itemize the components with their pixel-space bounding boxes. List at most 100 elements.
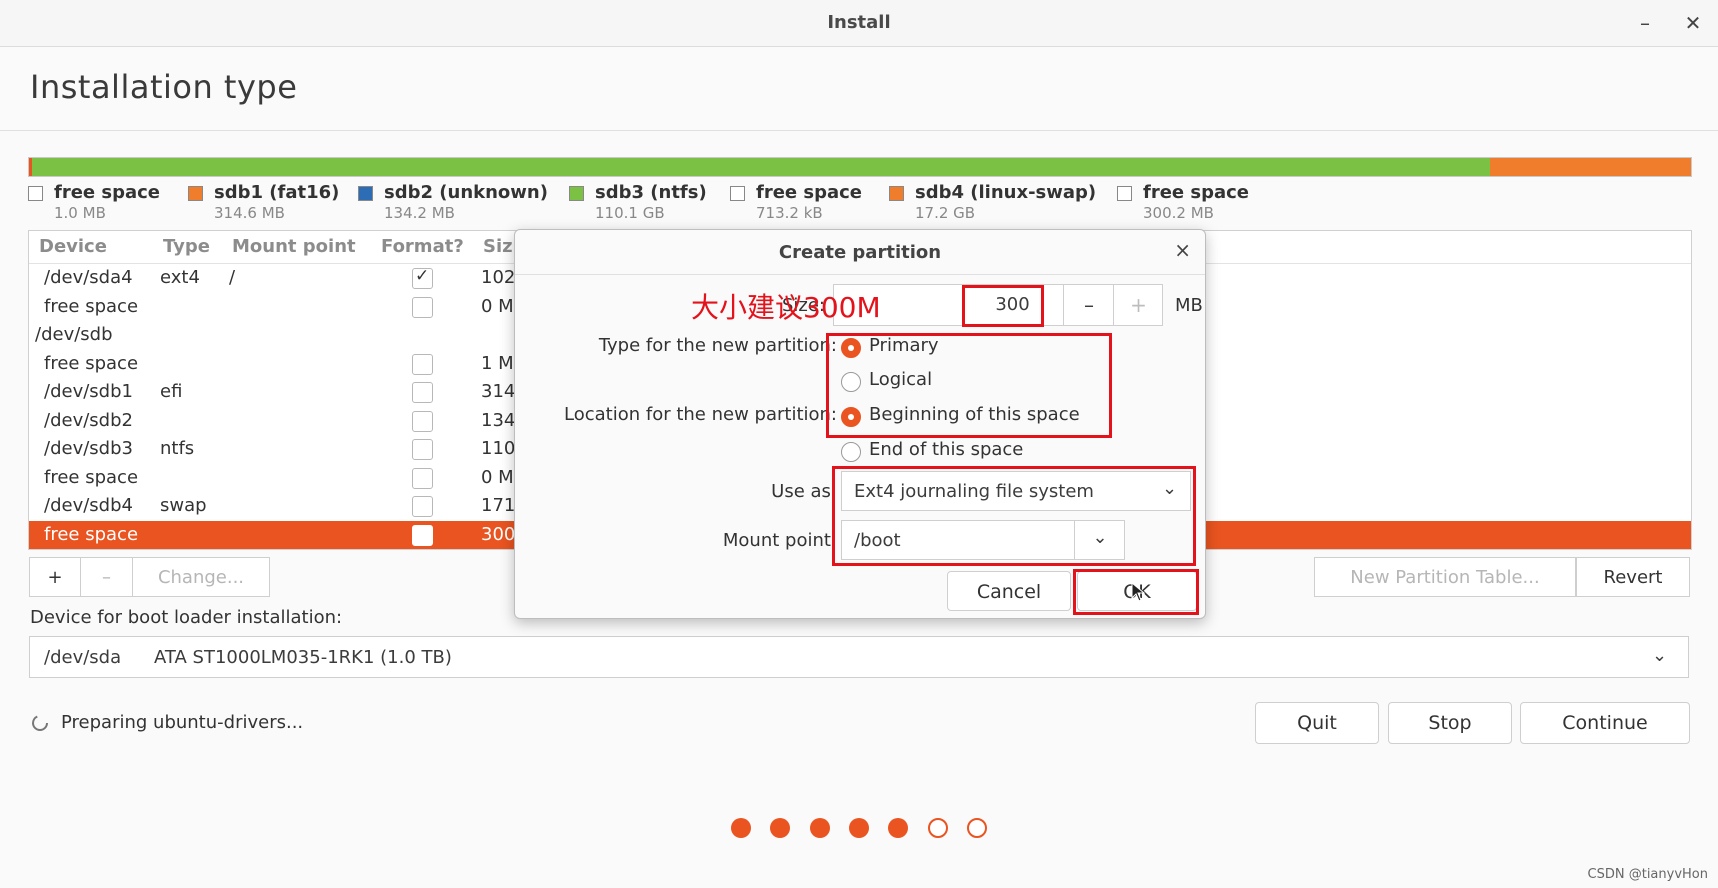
format-checkbox[interactable] bbox=[412, 382, 433, 403]
progress-dot bbox=[927, 818, 948, 838]
row-size: 171 bbox=[481, 495, 516, 516]
row-size: 0 M bbox=[481, 466, 514, 488]
row-type: efi bbox=[160, 381, 183, 402]
status-text: Preparing ubuntu-drivers... bbox=[61, 712, 304, 733]
col-header-mount-point[interactable]: Mount point bbox=[232, 236, 356, 257]
legend-name: free space bbox=[1143, 182, 1250, 203]
partition-bar-segment bbox=[1489, 158, 1691, 176]
annotation-box-ok bbox=[1073, 569, 1199, 615]
quit-button[interactable]: Quit bbox=[1255, 702, 1379, 744]
create-partition-dialog: Create partition × Size: 300 – + MB Type… bbox=[514, 229, 1206, 619]
row-type: ext4 bbox=[160, 267, 200, 288]
bootloader-device: /dev/sda bbox=[44, 647, 122, 668]
revert-button[interactable]: Revert bbox=[1576, 557, 1690, 597]
change-partition-button[interactable]: Change... bbox=[132, 557, 270, 597]
format-checkbox[interactable] bbox=[412, 266, 433, 289]
row-size: 134 bbox=[481, 409, 516, 431]
legend-size: 1.0 MB bbox=[54, 204, 106, 222]
row-size: 110 bbox=[481, 438, 516, 459]
mount-point-label: Mount point: bbox=[722, 530, 837, 551]
row-device: /dev/sdb3 bbox=[44, 438, 133, 459]
row-size: 1 M bbox=[481, 352, 514, 374]
legend-size: 713.2 kB bbox=[756, 204, 823, 222]
legend-swatch bbox=[188, 186, 203, 201]
col-header-format[interactable]: Format? bbox=[381, 236, 464, 257]
partition-bar-segment bbox=[32, 158, 1490, 176]
format-checkbox[interactable] bbox=[412, 296, 433, 318]
row-size: 314 bbox=[481, 381, 516, 402]
format-checkbox[interactable] bbox=[412, 496, 433, 517]
col-header-device[interactable]: Device bbox=[39, 236, 107, 257]
annotation-box-size bbox=[962, 285, 1044, 327]
dialog-close-icon[interactable]: × bbox=[1174, 238, 1191, 262]
window-titlebar: Install – ✕ bbox=[0, 0, 1718, 47]
legend-size: 17.2 GB bbox=[915, 204, 976, 222]
partition-location-label: Location for the new partition: bbox=[564, 404, 837, 425]
annotation-box-type-location bbox=[826, 333, 1112, 438]
add-partition-button[interactable]: + bbox=[29, 557, 81, 597]
divider bbox=[0, 130, 1718, 131]
legend-name: sdb2 (unknown) bbox=[384, 182, 548, 203]
bootloader-device-select[interactable]: /dev/sda ATA ST1000LM035-1RK1 (1.0 TB) ⌄ bbox=[29, 636, 1689, 678]
format-checkbox[interactable] bbox=[412, 524, 433, 546]
legend-swatch bbox=[1117, 186, 1132, 201]
row-type: ntfs bbox=[160, 438, 195, 459]
legend-swatch bbox=[358, 186, 373, 201]
radio-end-label[interactable]: End of this space bbox=[869, 439, 1023, 460]
bootloader-label: Device for boot loader installation: bbox=[30, 607, 343, 628]
progress-dot bbox=[966, 818, 987, 838]
legend-name: sdb1 (fat16) bbox=[214, 182, 340, 203]
stop-button[interactable]: Stop bbox=[1388, 702, 1512, 744]
size-unit: MB bbox=[1175, 295, 1203, 316]
bootloader-description: ATA ST1000LM035-1RK1 (1.0 TB) bbox=[154, 647, 452, 668]
format-checkbox[interactable] bbox=[412, 353, 433, 375]
dialog-divider bbox=[515, 274, 1205, 275]
legend-name: sdb3 (ntfs) bbox=[595, 182, 707, 203]
row-device: free space bbox=[44, 466, 139, 488]
row-type: swap bbox=[160, 495, 207, 516]
page-title: Installation type bbox=[30, 68, 298, 106]
dialog-title: Create partition bbox=[778, 242, 942, 263]
row-device: /dev/sdb2 bbox=[44, 409, 133, 431]
new-partition-table-button[interactable]: New Partition Table... bbox=[1314, 557, 1576, 597]
row-size: 0 M bbox=[481, 295, 514, 317]
minimize-icon[interactable]: – bbox=[1630, 8, 1660, 38]
size-decrease-button[interactable]: – bbox=[1063, 285, 1114, 325]
row-size: 300 bbox=[481, 523, 516, 545]
progress-dot bbox=[888, 818, 909, 838]
format-checkbox[interactable] bbox=[412, 410, 433, 432]
legend-size: 314.6 MB bbox=[214, 204, 285, 222]
col-header-type[interactable]: Type bbox=[163, 236, 210, 257]
legend-name: sdb4 (linux-swap) bbox=[915, 182, 1097, 203]
progress-dot bbox=[731, 818, 751, 838]
legend-size: 300.2 MB bbox=[1143, 204, 1214, 222]
remove-partition-button[interactable]: – bbox=[80, 557, 133, 597]
legend-swatch bbox=[569, 186, 584, 201]
row-device: /dev/sdb4 bbox=[44, 495, 133, 516]
row-device: free space bbox=[44, 523, 139, 545]
legend-swatch bbox=[28, 186, 43, 201]
close-icon[interactable]: ✕ bbox=[1678, 8, 1708, 38]
row-device: /dev/sdb bbox=[35, 324, 113, 345]
radio-end[interactable] bbox=[841, 442, 861, 462]
size-increase-button[interactable]: + bbox=[1113, 285, 1163, 325]
row-device: free space bbox=[44, 295, 139, 317]
annotation-box-use-as-mount bbox=[832, 466, 1196, 566]
spinner-icon bbox=[31, 714, 49, 732]
row-size: 102 bbox=[481, 267, 516, 288]
col-header-size[interactable]: Siz bbox=[483, 236, 513, 257]
partition-type-label: Type for the new partition: bbox=[598, 335, 837, 356]
annotation-text: 大小建议300M bbox=[691, 291, 881, 324]
continue-button[interactable]: Continue bbox=[1520, 702, 1690, 744]
cancel-button[interactable]: Cancel bbox=[947, 571, 1071, 611]
row-device: /dev/sdb1 bbox=[44, 381, 133, 402]
window-title: Install bbox=[827, 12, 891, 33]
format-checkbox[interactable] bbox=[412, 467, 433, 489]
legend-size: 110.1 GB bbox=[595, 204, 665, 222]
legend-name: free space bbox=[54, 182, 161, 203]
row-device: free space bbox=[44, 352, 139, 374]
progress-dot bbox=[848, 818, 869, 838]
progress-dot bbox=[770, 818, 791, 838]
format-checkbox[interactable] bbox=[412, 439, 433, 460]
row-mount: / bbox=[229, 267, 236, 288]
